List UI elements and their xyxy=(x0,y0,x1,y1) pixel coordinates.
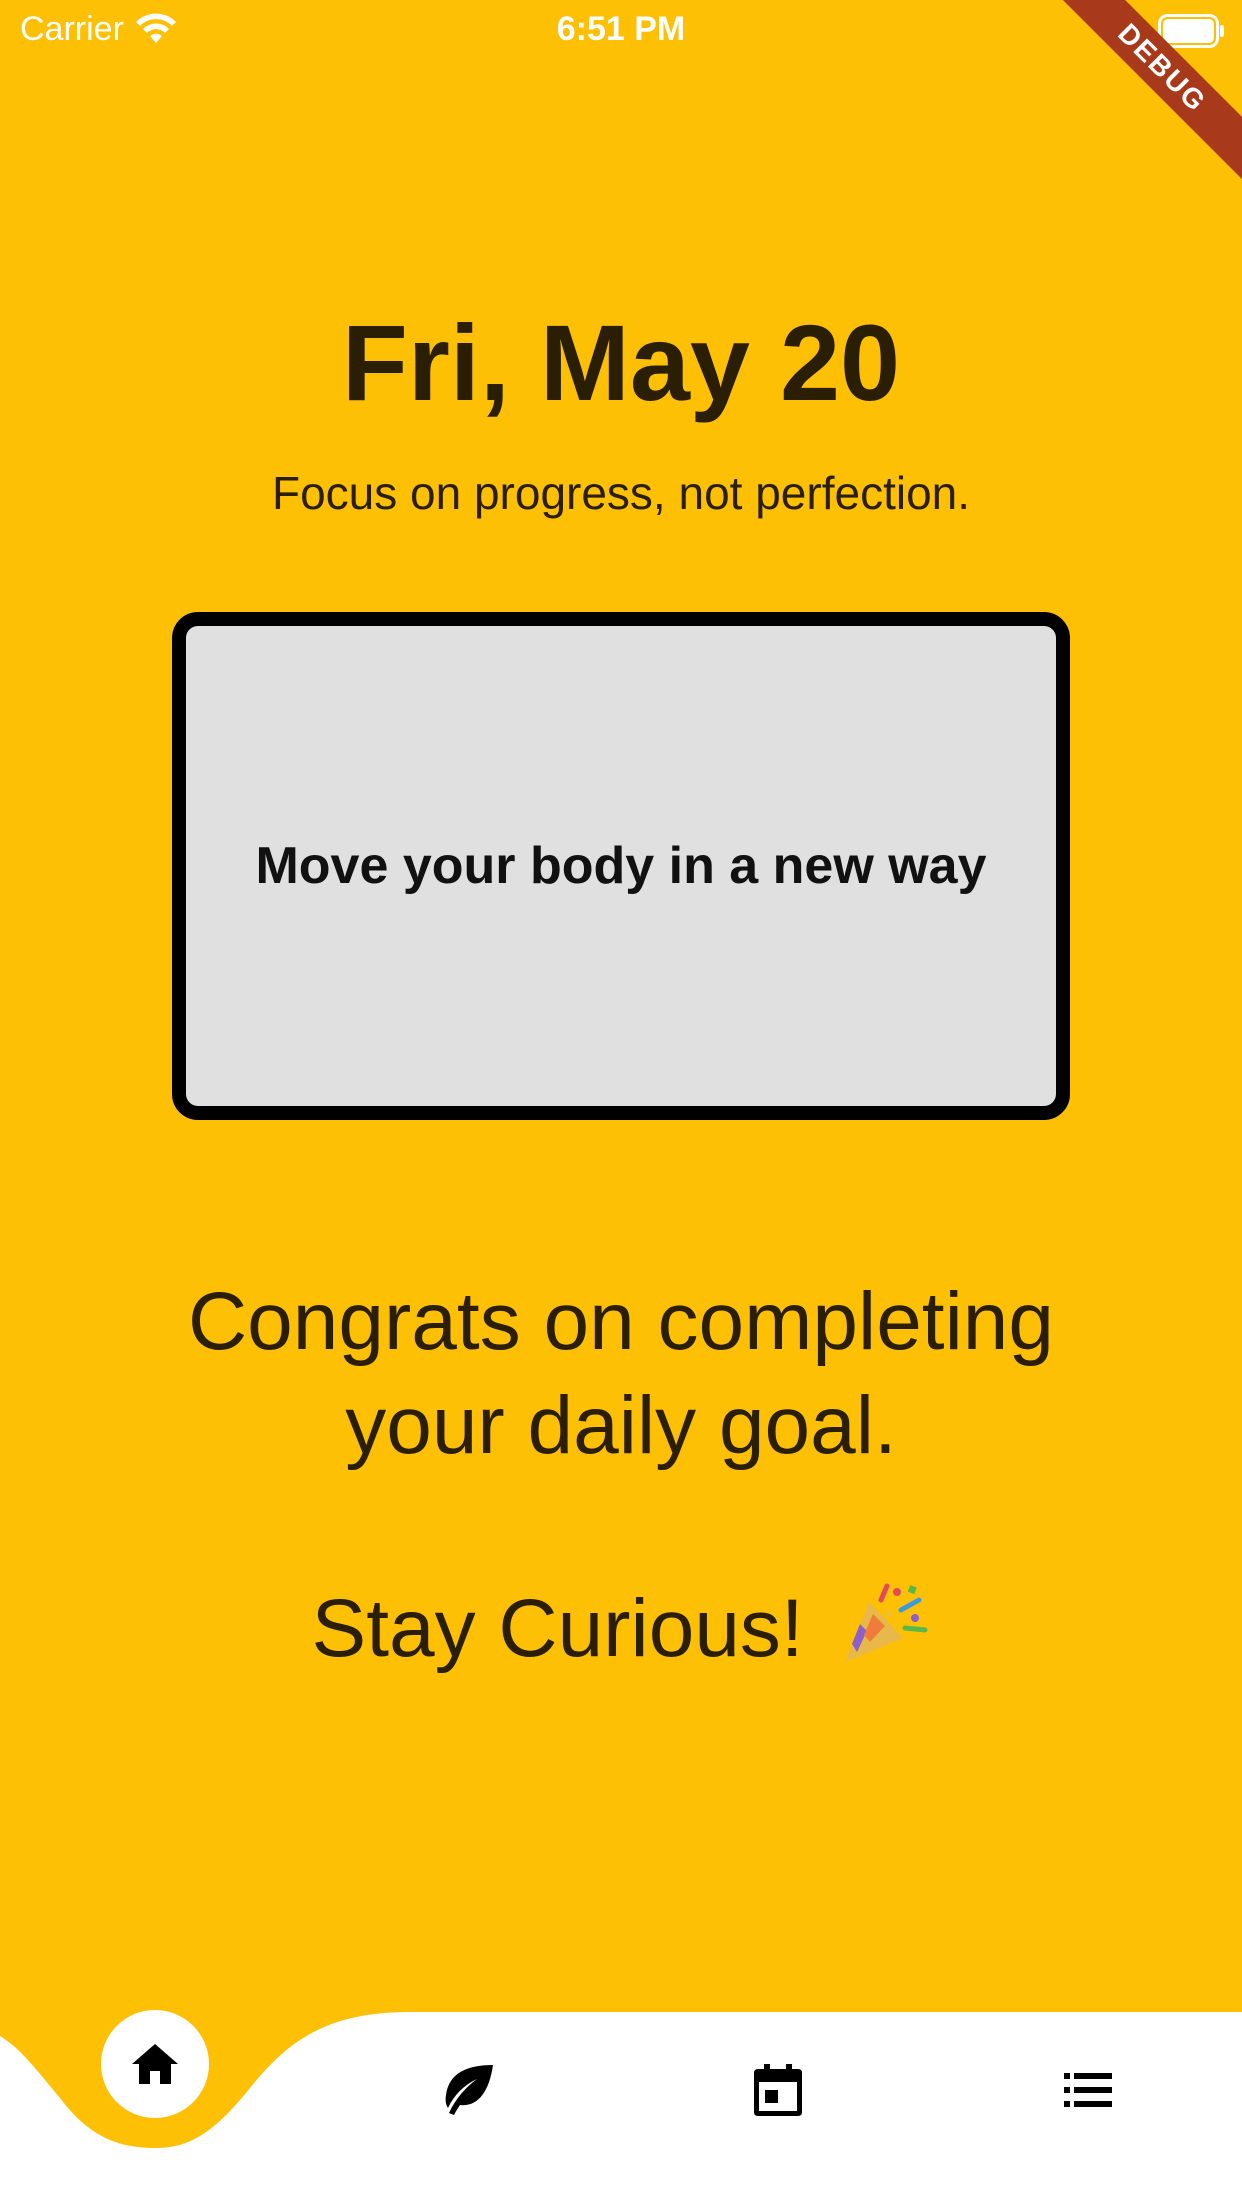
leaf-icon xyxy=(445,2065,493,2115)
list-icon xyxy=(1064,2073,1112,2107)
nav-calendar-button[interactable] xyxy=(746,2058,810,2122)
sign-off: Stay Curious! xyxy=(0,1580,1242,1676)
nav-leaf-button[interactable] xyxy=(434,2058,498,2122)
sign-off-text: Stay Curious! xyxy=(311,1583,804,1674)
congrats-message: Congrats on completing your daily goal. xyxy=(187,1276,1055,1471)
app-screen: Carrier 6:51 PM DEBUG Fri, May 20 Focus … xyxy=(0,0,1242,2208)
party-popper-icon xyxy=(844,1583,927,1662)
battery-icon xyxy=(1158,14,1224,48)
nav-list-button[interactable] xyxy=(1056,2058,1120,2122)
home-icon xyxy=(132,2044,178,2084)
nav-home-button[interactable] xyxy=(101,2010,209,2118)
task-text: Move your body in a new way xyxy=(255,837,987,895)
task-card[interactable]: Move your body in a new way xyxy=(172,612,1070,1120)
page-title: Fri, May 20 xyxy=(341,302,901,423)
status-time: 6:51 PM xyxy=(556,10,686,48)
quote-text: Focus on progress, not perfection. xyxy=(271,467,971,519)
status-bar: Carrier 6:51 PM xyxy=(0,0,1242,64)
calendar-icon xyxy=(754,2064,802,2116)
